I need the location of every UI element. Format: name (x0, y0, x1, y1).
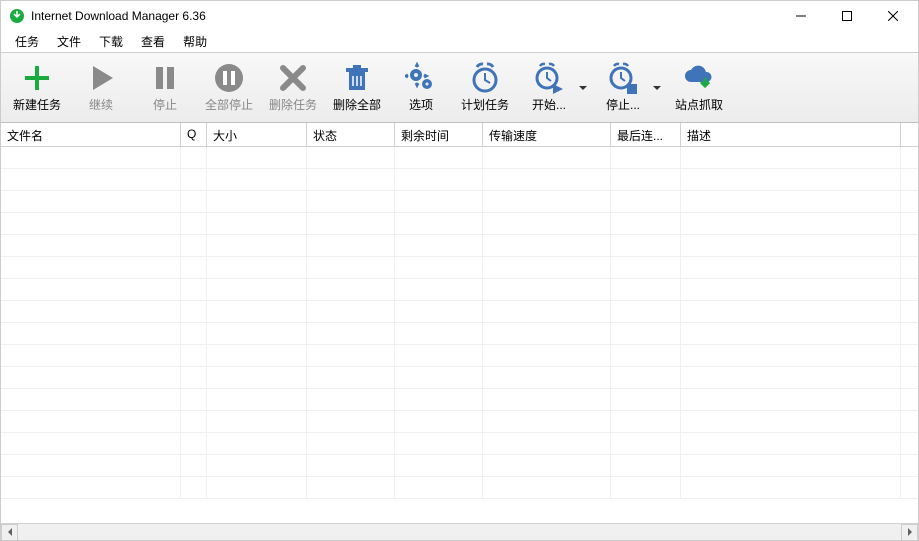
scroll-track[interactable] (18, 524, 901, 541)
play-icon (85, 62, 117, 94)
table-body[interactable] (1, 147, 918, 523)
new-task-button[interactable]: 新建任务 (5, 56, 69, 120)
delete-all-button[interactable]: 删除全部 (325, 56, 389, 120)
scheduler-button[interactable]: 计划任务 (453, 56, 517, 120)
clock-icon (469, 62, 501, 94)
options-button[interactable]: 选项 (389, 56, 453, 120)
column-time-left[interactable]: 剩余时间 (395, 123, 483, 146)
clock-play-icon (533, 62, 565, 94)
x-icon (277, 62, 309, 94)
pause-icon (149, 62, 181, 94)
stop-queue-button[interactable]: 停止... (591, 56, 655, 120)
column-transfer-rate[interactable]: 传输速度 (483, 123, 611, 146)
horizontal-scrollbar[interactable] (1, 523, 918, 540)
table-row[interactable] (1, 323, 918, 345)
scroll-left-arrow[interactable] (1, 524, 18, 541)
table-row[interactable] (1, 345, 918, 367)
delete-button[interactable]: 删除任务 (261, 56, 325, 120)
table-row[interactable] (1, 169, 918, 191)
column-description[interactable]: 描述 (681, 123, 901, 146)
start-queue-button[interactable]: 开始... (517, 56, 581, 120)
table-row[interactable] (1, 477, 918, 499)
menu-view[interactable]: 查看 (133, 31, 173, 52)
minimize-button[interactable] (778, 1, 824, 31)
clock-stop-icon (607, 62, 639, 94)
trash-icon (341, 62, 373, 94)
table-row[interactable] (1, 147, 918, 169)
table-row[interactable] (1, 389, 918, 411)
table-row[interactable] (1, 213, 918, 235)
column-filename[interactable]: 文件名 (1, 123, 181, 146)
column-q[interactable]: Q (181, 123, 207, 146)
maximize-button[interactable] (824, 1, 870, 31)
menu-file[interactable]: 文件 (49, 31, 89, 52)
table-row[interactable] (1, 257, 918, 279)
table-row[interactable] (1, 301, 918, 323)
toolbar: 新建任务 继续 停止 全部停止 删除任务 删除全部 选项 计划任务 开始... … (1, 53, 918, 123)
scroll-right-arrow[interactable] (901, 524, 918, 541)
window-title: Internet Download Manager 6.36 (31, 9, 778, 23)
grabber-button[interactable]: 站点抓取 (665, 56, 733, 120)
column-status[interactable]: 状态 (307, 123, 395, 146)
stop-all-button[interactable]: 全部停止 (197, 56, 261, 120)
table-row[interactable] (1, 433, 918, 455)
menu-downloads[interactable]: 下载 (91, 31, 131, 52)
close-button[interactable] (870, 1, 916, 31)
menu-help[interactable]: 帮助 (175, 31, 215, 52)
plus-icon (21, 62, 53, 94)
column-last-try[interactable]: 最后连... (611, 123, 681, 146)
menubar: 任务 文件 下载 查看 帮助 (1, 31, 918, 53)
table-row[interactable] (1, 279, 918, 301)
stop-button[interactable]: 停止 (133, 56, 197, 120)
download-list: 文件名 Q 大小 状态 剩余时间 传输速度 最后连... 描述 (1, 123, 918, 540)
gears-icon (405, 62, 437, 94)
titlebar: Internet Download Manager 6.36 (1, 1, 918, 31)
resume-button[interactable]: 继续 (69, 56, 133, 120)
table-row[interactable] (1, 455, 918, 477)
table-row[interactable] (1, 367, 918, 389)
pause-circle-icon (213, 62, 245, 94)
table-row[interactable] (1, 411, 918, 433)
table-row[interactable] (1, 191, 918, 213)
table-row[interactable] (1, 235, 918, 257)
app-icon (9, 8, 25, 24)
table-header: 文件名 Q 大小 状态 剩余时间 传输速度 最后连... 描述 (1, 123, 918, 147)
cloud-download-icon (683, 62, 715, 94)
column-size[interactable]: 大小 (207, 123, 307, 146)
menu-tasks[interactable]: 任务 (7, 31, 47, 52)
